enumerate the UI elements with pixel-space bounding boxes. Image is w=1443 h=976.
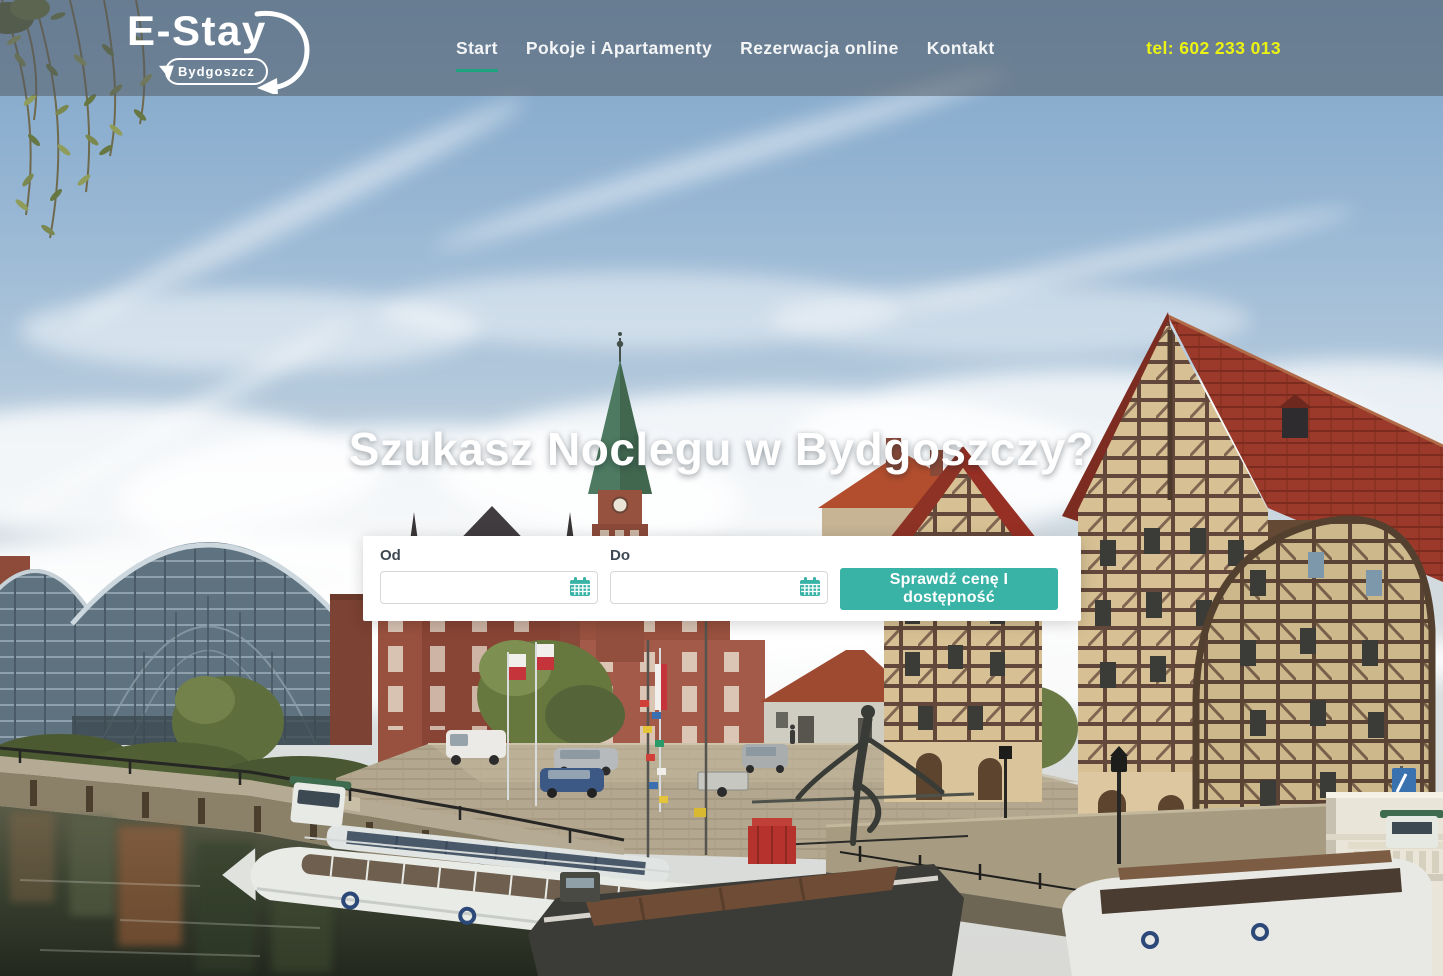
hero-background-photo [0, 0, 1443, 976]
header: E-Stay Bydgoszcz Start Pokoje i Apartame… [0, 0, 1443, 96]
checkout-field-wrapper [610, 571, 828, 604]
checkin-label: Od [380, 547, 401, 564]
check-availability-button[interactable]: Sprawdź cenę I dostępność [840, 568, 1058, 610]
logo-brand-text: E-Stay [127, 10, 267, 52]
nav-item-kontakt[interactable]: Kontakt [927, 38, 995, 59]
hero-title: Szukasz Noclegu w Bydgoszczy? [0, 422, 1443, 476]
nav-item-start[interactable]: Start [456, 38, 498, 59]
logo-home-link[interactable]: E-Stay Bydgoszcz [127, 8, 327, 92]
main-nav: Start Pokoje i Apartamenty Rezerwacja on… [456, 0, 995, 96]
checkout-date-input[interactable] [610, 571, 828, 604]
checkin-date-input[interactable] [380, 571, 598, 604]
calendar-icon[interactable] [569, 577, 591, 597]
nav-item-pokoje-i-apartamenty[interactable]: Pokoje i Apartamenty [526, 38, 712, 59]
logo-city-badge: Bydgoszcz [165, 58, 268, 85]
calendar-icon[interactable] [799, 577, 821, 597]
checkin-field-wrapper [380, 571, 598, 604]
page: E-Stay Bydgoszcz Start Pokoje i Apartame… [0, 0, 1443, 976]
checkout-label: Do [610, 547, 630, 564]
booking-widget: Od Do Spr [363, 536, 1081, 621]
phone-number: tel: 602 233 013 [1146, 0, 1281, 96]
nav-item-rezerwacja-online[interactable]: Rezerwacja online [740, 38, 899, 59]
